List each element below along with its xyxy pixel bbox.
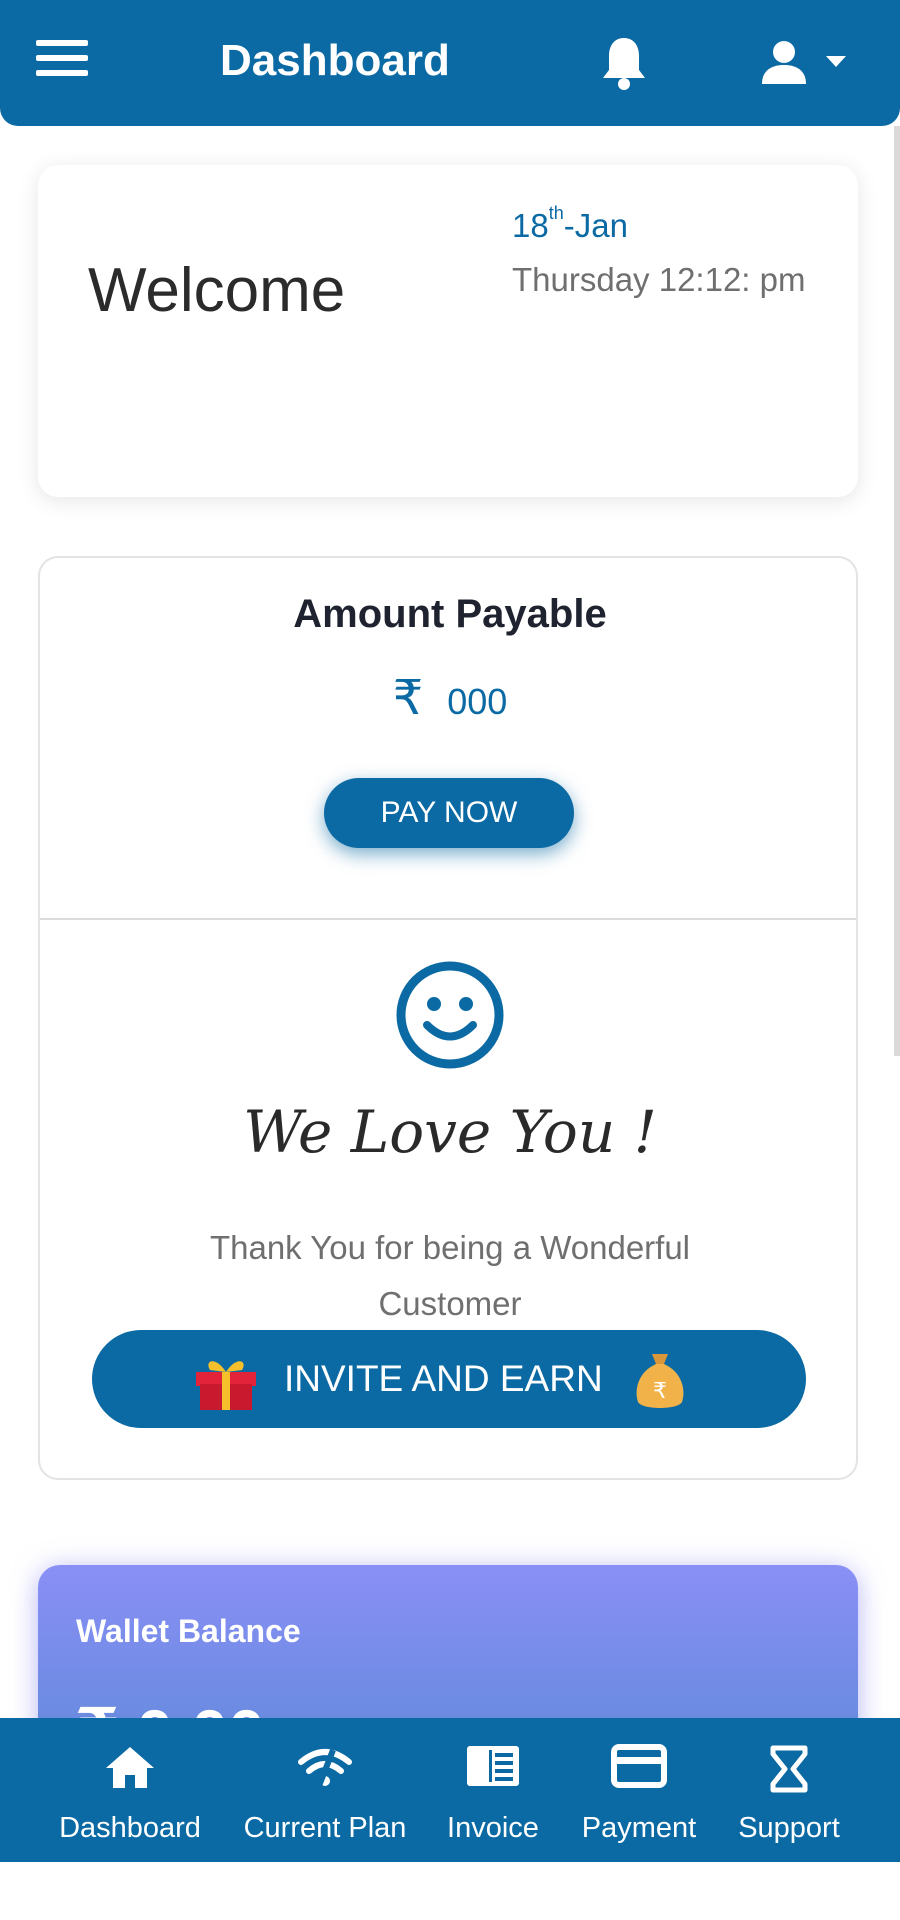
we-love-you-heading: We Love You ! xyxy=(243,1098,657,1166)
gift-icon xyxy=(196,1361,256,1410)
nav-item-dashboard[interactable]: Dashboard xyxy=(48,1718,212,1862)
svg-text:₹: ₹ xyxy=(653,1379,667,1404)
page-title: Dashboard xyxy=(220,36,450,85)
divider xyxy=(40,918,856,920)
invite-and-earn-label: INVITE AND EARN xyxy=(284,1358,603,1399)
amount-payable-value: ₹000 xyxy=(40,670,860,726)
menu-icon[interactable] xyxy=(36,40,88,84)
nav-item-current-plan[interactable]: Current Plan xyxy=(236,1718,414,1862)
current-date: 18th-Jan xyxy=(512,203,628,244)
invite-and-earn-button[interactable]: INVITE AND EARN ₹ xyxy=(92,1330,806,1428)
card-icon xyxy=(611,1744,667,1788)
nav-item-support[interactable]: Support xyxy=(728,1718,850,1862)
top-app-bar: Dashboard xyxy=(0,0,900,126)
pay-now-button[interactable]: PAY NOW xyxy=(324,778,574,848)
chevron-down-icon xyxy=(826,56,846,67)
home-icon xyxy=(106,1747,154,1788)
smiley-icon xyxy=(396,961,504,1069)
rupee-icon: ₹ xyxy=(392,672,424,725)
notification-bell-icon[interactable] xyxy=(598,34,650,92)
amount-payable-title: Amount Payable xyxy=(293,592,607,636)
nav-item-payment[interactable]: Payment xyxy=(570,1718,708,1862)
amount-payable-card: Amount Payable ₹000 PAY NOW We Love You … xyxy=(38,556,858,1480)
user-account-menu[interactable] xyxy=(760,38,850,90)
wallet-balance-title: Wallet Balance xyxy=(76,1613,301,1649)
hourglass-icon xyxy=(770,1745,808,1793)
scrollbar[interactable] xyxy=(894,126,900,1056)
thank-you-message: Thank You for being a Wonderful Customer xyxy=(209,1229,691,1322)
nav-label-current-plan: Current Plan xyxy=(243,1812,407,1844)
invoice-icon xyxy=(467,1746,519,1786)
welcome-card: Welcome 18th-Jan Thursday 12:12: pm xyxy=(38,165,858,497)
user-icon xyxy=(762,41,806,84)
nav-label-invoice: Invoice xyxy=(447,1812,539,1844)
bottom-navigation: Dashboard Current Plan Invoice Payment S… xyxy=(0,1718,900,1862)
current-day-time: Thursday 12:12: pm xyxy=(512,261,806,298)
money-bag-icon: ₹ xyxy=(636,1354,684,1408)
dashboard-page: Dashboard Welcome 18th-Jan Thursday 12:1… xyxy=(0,0,900,1920)
amount-number: 000 xyxy=(447,681,508,722)
nav-label-support: Support xyxy=(738,1812,840,1844)
nav-label-dashboard: Dashboard xyxy=(59,1812,201,1844)
nav-label-payment: Payment xyxy=(581,1812,697,1844)
wifi-icon xyxy=(298,1748,352,1788)
nav-item-invoice[interactable]: Invoice xyxy=(432,1718,554,1862)
welcome-greeting: Welcome xyxy=(88,256,346,325)
